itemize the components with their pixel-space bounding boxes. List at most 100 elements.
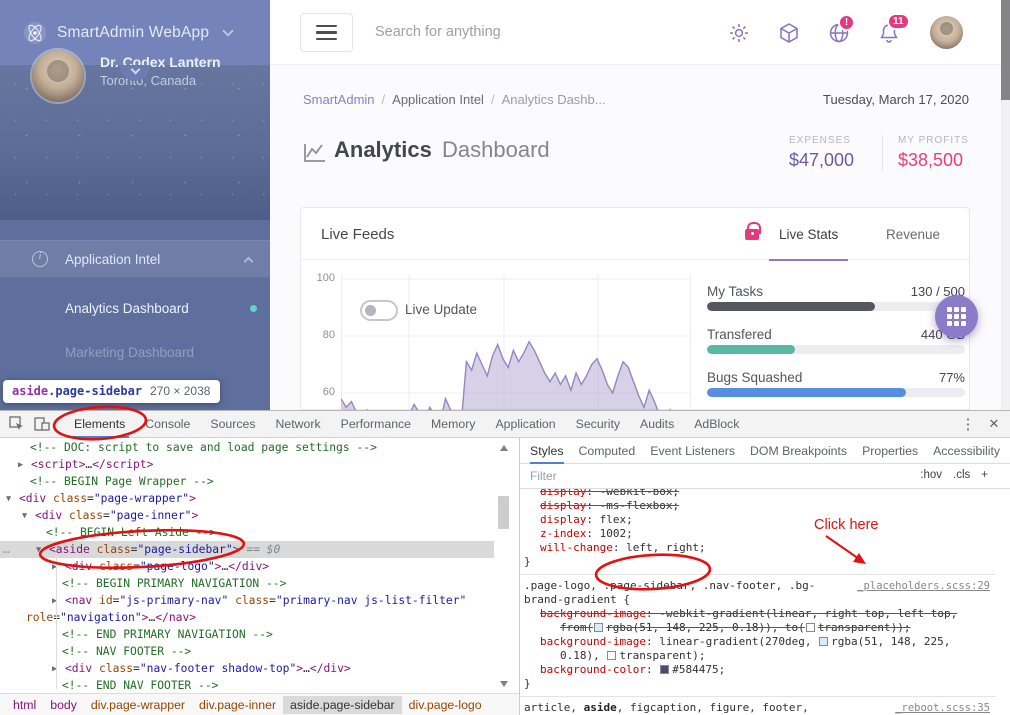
color-swatch[interactable] <box>607 651 616 660</box>
breadcrumb[interactable]: SmartAdmin/Application Intel/Analytics D… <box>303 92 606 107</box>
color-swatch[interactable] <box>594 623 603 632</box>
devtools-tab-network[interactable]: Network <box>266 411 331 438</box>
devtools-tab-security[interactable]: Security <box>566 411 630 438</box>
user-name[interactable]: Dr. Codex Lantern <box>100 54 221 70</box>
stylesheet-source-link[interactable]: _reboot.scss:35 <box>895 701 990 715</box>
css-declaration[interactable]: background-image: linear-gradient(270deg… <box>520 635 996 663</box>
styles-tab-event-listeners[interactable]: Event Listeners <box>650 438 735 464</box>
styles-tab-styles[interactable]: Styles <box>530 438 564 464</box>
dom-node[interactable]: <!-- END PRIMARY NAVIGATION --> <box>0 626 494 643</box>
inspect-element-icon[interactable] <box>9 416 25 432</box>
breadcrumb-item[interactable]: Application Intel <box>392 92 484 107</box>
breadcrumb-node-aside.page-sidebar[interactable]: aside.page-sidebar <box>283 696 402 714</box>
styles-tab-dom-breakpoints[interactable]: DOM Breakpoints <box>750 438 847 464</box>
breadcrumb-node-html[interactable]: html <box>6 696 43 714</box>
devtools-more-icon[interactable]: ⋮ <box>958 415 978 435</box>
sidebar-item-analytics-dashboard[interactable]: Analytics Dashboard <box>0 288 270 328</box>
css-declaration[interactable]: will-change: left, right; <box>520 541 996 555</box>
live-chart <box>341 274 691 410</box>
devtools-tab-adblock[interactable]: AdBlock <box>684 411 749 438</box>
css-declaration[interactable]: } <box>520 555 996 569</box>
styles-controls: :hov .cls + <box>920 469 988 481</box>
css-declaration[interactable]: z-index: 1002; <box>520 527 996 541</box>
dom-node[interactable]: ▶<script>…</script> <box>0 456 494 473</box>
css-declaration[interactable]: background-color: #584475; <box>520 663 996 677</box>
dom-node[interactable]: ▶<div class="nav-footer shadow-top">…</d… <box>0 660 494 677</box>
devtools-tab-elements[interactable]: Elements <box>64 411 135 438</box>
tab-live-stats[interactable]: Live Stats <box>779 208 838 260</box>
tree-indent-guide <box>56 558 57 689</box>
css-selector[interactable]: .page-logo, .page-sidebar, .nav-footer, … <box>524 579 829 607</box>
breadcrumb-item[interactable]: Analytics Dashb... <box>502 92 606 107</box>
dom-node[interactable]: <!-- BEGIN Left Aside --> <box>0 524 494 541</box>
dom-node[interactable]: <!-- NAV FOOTER --> <box>0 643 494 660</box>
dom-node[interactable]: <!-- BEGIN Page Wrapper --> <box>0 473 494 490</box>
css-declaration[interactable]: display: -ms-flexbox; <box>520 499 996 513</box>
css-selector[interactable]: article, aside, figcaption, figure, foot… <box>524 701 829 715</box>
devtools-tab-audits[interactable]: Audits <box>630 411 684 438</box>
css-declaration[interactable]: background-image: -webkit-gradient(linea… <box>520 607 996 635</box>
dom-node[interactable]: <!-- END NAV FOOTER --> <box>0 677 494 693</box>
sidebar-item-application-intel[interactable]: Application Intel <box>0 240 270 278</box>
scrollbar-thumb[interactable] <box>1001 0 1010 100</box>
dom-node[interactable]: role="navigation">…</nav> <box>0 609 494 626</box>
tab-revenue[interactable]: Revenue <box>886 208 940 260</box>
elements-scrollbar[interactable] <box>497 441 511 691</box>
page-scrollbar[interactable] <box>1001 0 1010 410</box>
dom-node[interactable]: ▶<div class="page-logo">…</div> <box>0 558 494 575</box>
styles-control[interactable]: :hov <box>920 469 942 481</box>
stat-row: My Tasks130 / 500 <box>707 284 965 299</box>
stat-value: 77% <box>939 370 965 385</box>
devtools-tab-performance[interactable]: Performance <box>331 411 421 438</box>
color-swatch[interactable] <box>819 637 828 646</box>
breadcrumb-node-div.page-wrapper[interactable]: div.page-wrapper <box>84 696 192 714</box>
styles-tab-accessibility[interactable]: Accessibility <box>933 438 1000 464</box>
live-update-toggle[interactable] <box>360 300 398 321</box>
sidebar: SmartAdmin WebApp Dr. Codex Lantern Toro… <box>0 0 270 410</box>
devtools-tab-memory[interactable]: Memory <box>421 411 485 438</box>
css-declaration[interactable]: } <box>520 677 996 691</box>
styles-control[interactable]: + <box>981 469 988 481</box>
progress-fill <box>707 302 875 311</box>
styles-tab-properties[interactable]: Properties <box>862 438 918 464</box>
scroll-up-icon[interactable] <box>500 445 508 451</box>
devtools-tab-application[interactable]: Application <box>485 411 565 438</box>
breadcrumb-node-div.page-inner[interactable]: div.page-inner <box>192 696 283 714</box>
dom-node[interactable]: ▶<nav id="js-primary-nav" class="primary… <box>0 592 494 609</box>
scroll-down-icon[interactable] <box>500 681 508 687</box>
styles-control[interactable]: .cls <box>953 469 970 481</box>
apps-cube-icon[interactable] <box>778 22 800 44</box>
device-toolbar-icon[interactable] <box>34 416 50 432</box>
top-header: Search for anything ! 11 <box>270 0 1002 65</box>
chevron-down-icon <box>130 65 140 75</box>
user-avatar[interactable] <box>32 50 84 102</box>
color-swatch[interactable] <box>806 623 815 632</box>
breadcrumb-item[interactable]: SmartAdmin <box>303 92 375 107</box>
lock-icon[interactable] <box>745 229 759 240</box>
scrollbar-thumb[interactable] <box>498 496 509 529</box>
menu-button[interactable] <box>300 13 353 52</box>
styles-tab-computed[interactable]: Computed <box>579 438 636 464</box>
filter-input[interactable]: Filter <box>530 469 557 483</box>
sidebar-item-marketing-dashboard[interactable]: Marketing Dashboard <box>0 332 270 372</box>
search-input[interactable]: Search for anything <box>375 24 501 40</box>
header-avatar[interactable] <box>930 16 963 49</box>
css-declaration[interactable]: display: -webkit-box; <box>520 489 996 499</box>
chevron-down-icon <box>222 25 233 36</box>
dom-node[interactable]: <!-- DOC: script to save and load page s… <box>0 439 494 456</box>
settings-gear-icon[interactable] <box>728 22 750 44</box>
breadcrumb-node-div.page-logo[interactable]: div.page-logo <box>402 696 489 714</box>
devtools-tab-sources[interactable]: Sources <box>200 411 265 438</box>
quick-menu-fab-button[interactable] <box>935 295 978 338</box>
dom-node-selected[interactable]: …▼<aside class="page-sidebar"> == $0 <box>0 541 494 558</box>
dom-node[interactable]: <!-- BEGIN PRIMARY NAVIGATION --> <box>0 575 494 592</box>
devtools-close-icon[interactable]: ✕ <box>984 416 1004 436</box>
dom-node[interactable]: ▼<div class="page-wrapper"> <box>0 490 494 507</box>
page-title-light: Dashboard <box>442 137 550 163</box>
stylesheet-source-link[interactable]: _placeholders.scss:29 <box>857 579 990 593</box>
css-declaration[interactable]: display: flex; <box>520 513 996 527</box>
dom-node[interactable]: ▼<div class="page-inner"> <box>0 507 494 524</box>
devtools-tab-console[interactable]: Console <box>135 411 200 438</box>
color-swatch[interactable] <box>660 665 669 674</box>
breadcrumb-node-body[interactable]: body <box>43 696 84 714</box>
